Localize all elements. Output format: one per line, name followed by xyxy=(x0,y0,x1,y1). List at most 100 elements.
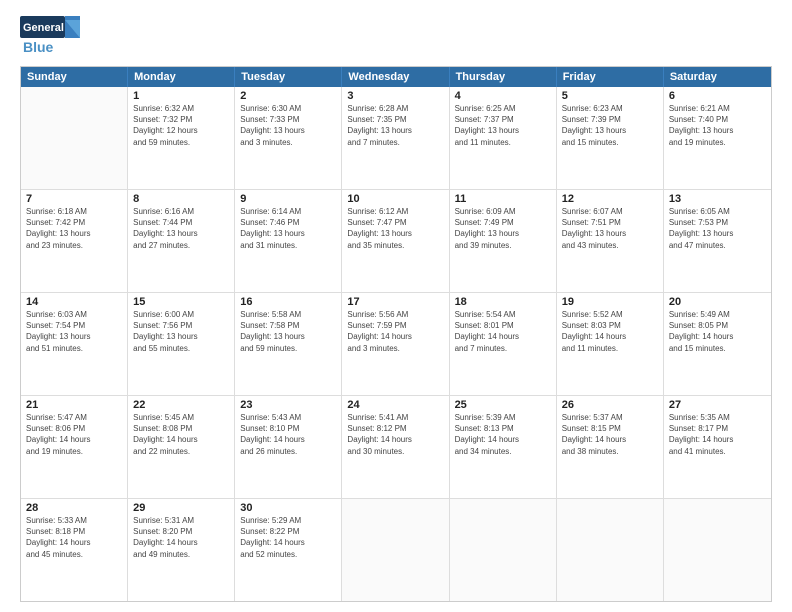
cell-line-1: Sunset: 7:59 PM xyxy=(347,320,443,331)
cell-line-3: and 35 minutes. xyxy=(347,240,443,251)
cell-line-1: Sunset: 8:06 PM xyxy=(26,423,122,434)
cell-line-2: Daylight: 13 hours xyxy=(26,331,122,342)
cell-line-1: Sunset: 8:10 PM xyxy=(240,423,336,434)
cell-line-2: Daylight: 14 hours xyxy=(240,434,336,445)
svg-text:Blue: Blue xyxy=(23,39,54,55)
calendar-day-3: 3Sunrise: 6:28 AMSunset: 7:35 PMDaylight… xyxy=(342,87,449,189)
day-number: 8 xyxy=(133,193,229,205)
cell-line-3: and 7 minutes. xyxy=(347,137,443,148)
header-day-thursday: Thursday xyxy=(450,67,557,87)
cell-line-2: Daylight: 14 hours xyxy=(455,434,551,445)
cell-line-1: Sunset: 8:17 PM xyxy=(669,423,766,434)
cell-line-0: Sunrise: 5:58 AM xyxy=(240,309,336,320)
cell-line-1: Sunset: 7:54 PM xyxy=(26,320,122,331)
cell-line-3: and 19 minutes. xyxy=(26,446,122,457)
day-number: 9 xyxy=(240,193,336,205)
cell-line-2: Daylight: 14 hours xyxy=(669,434,766,445)
calendar-day-18: 18Sunrise: 5:54 AMSunset: 8:01 PMDayligh… xyxy=(450,293,557,395)
cell-line-2: Daylight: 14 hours xyxy=(347,434,443,445)
calendar-day-12: 12Sunrise: 6:07 AMSunset: 7:51 PMDayligh… xyxy=(557,190,664,292)
cell-line-3: and 27 minutes. xyxy=(133,240,229,251)
cell-line-1: Sunset: 7:39 PM xyxy=(562,114,658,125)
cell-line-0: Sunrise: 6:12 AM xyxy=(347,206,443,217)
cell-line-1: Sunset: 8:20 PM xyxy=(133,526,229,537)
calendar-day-23: 23Sunrise: 5:43 AMSunset: 8:10 PMDayligh… xyxy=(235,396,342,498)
cell-line-2: Daylight: 13 hours xyxy=(669,125,766,136)
cell-line-3: and 7 minutes. xyxy=(455,343,551,354)
day-number: 14 xyxy=(26,296,122,308)
cell-line-2: Daylight: 13 hours xyxy=(455,125,551,136)
cell-line-1: Sunset: 7:46 PM xyxy=(240,217,336,228)
cell-line-0: Sunrise: 5:47 AM xyxy=(26,412,122,423)
calendar-body: 1Sunrise: 6:32 AMSunset: 7:32 PMDaylight… xyxy=(21,87,771,601)
cell-line-0: Sunrise: 5:35 AM xyxy=(669,412,766,423)
cell-line-1: Sunset: 8:13 PM xyxy=(455,423,551,434)
calendar-day-22: 22Sunrise: 5:45 AMSunset: 8:08 PMDayligh… xyxy=(128,396,235,498)
cell-line-2: Daylight: 14 hours xyxy=(455,331,551,342)
cell-line-0: Sunrise: 6:28 AM xyxy=(347,103,443,114)
calendar-day-26: 26Sunrise: 5:37 AMSunset: 8:15 PMDayligh… xyxy=(557,396,664,498)
cell-line-3: and 59 minutes. xyxy=(133,137,229,148)
calendar-day-21: 21Sunrise: 5:47 AMSunset: 8:06 PMDayligh… xyxy=(21,396,128,498)
cell-line-3: and 43 minutes. xyxy=(562,240,658,251)
cell-line-0: Sunrise: 6:23 AM xyxy=(562,103,658,114)
calendar-cell-empty xyxy=(664,499,771,601)
calendar-day-1: 1Sunrise: 6:32 AMSunset: 7:32 PMDaylight… xyxy=(128,87,235,189)
cell-line-2: Daylight: 13 hours xyxy=(347,228,443,239)
calendar-day-9: 9Sunrise: 6:14 AMSunset: 7:46 PMDaylight… xyxy=(235,190,342,292)
cell-line-2: Daylight: 13 hours xyxy=(669,228,766,239)
cell-line-2: Daylight: 13 hours xyxy=(133,228,229,239)
cell-line-0: Sunrise: 6:21 AM xyxy=(669,103,766,114)
calendar-day-20: 20Sunrise: 5:49 AMSunset: 8:05 PMDayligh… xyxy=(664,293,771,395)
cell-line-0: Sunrise: 5:33 AM xyxy=(26,515,122,526)
cell-line-0: Sunrise: 5:29 AM xyxy=(240,515,336,526)
cell-line-2: Daylight: 14 hours xyxy=(240,537,336,548)
cell-line-2: Daylight: 14 hours xyxy=(133,537,229,548)
day-number: 23 xyxy=(240,399,336,411)
cell-line-0: Sunrise: 5:43 AM xyxy=(240,412,336,423)
cell-line-3: and 3 minutes. xyxy=(347,343,443,354)
cell-line-2: Daylight: 13 hours xyxy=(240,125,336,136)
cell-line-1: Sunset: 7:47 PM xyxy=(347,217,443,228)
calendar-header: SundayMondayTuesdayWednesdayThursdayFrid… xyxy=(21,67,771,87)
cell-line-1: Sunset: 7:51 PM xyxy=(562,217,658,228)
cell-line-2: Daylight: 13 hours xyxy=(347,125,443,136)
cell-line-3: and 47 minutes. xyxy=(669,240,766,251)
calendar-day-19: 19Sunrise: 5:52 AMSunset: 8:03 PMDayligh… xyxy=(557,293,664,395)
calendar-day-13: 13Sunrise: 6:05 AMSunset: 7:53 PMDayligh… xyxy=(664,190,771,292)
cell-line-1: Sunset: 7:49 PM xyxy=(455,217,551,228)
cell-line-1: Sunset: 8:08 PM xyxy=(133,423,229,434)
day-number: 16 xyxy=(240,296,336,308)
day-number: 20 xyxy=(669,296,766,308)
day-number: 11 xyxy=(455,193,551,205)
day-number: 18 xyxy=(455,296,551,308)
cell-line-3: and 39 minutes. xyxy=(455,240,551,251)
cell-line-3: and 23 minutes. xyxy=(26,240,122,251)
cell-line-3: and 45 minutes. xyxy=(26,549,122,560)
cell-line-1: Sunset: 7:40 PM xyxy=(669,114,766,125)
svg-text:General: General xyxy=(23,22,64,34)
calendar-day-8: 8Sunrise: 6:16 AMSunset: 7:44 PMDaylight… xyxy=(128,190,235,292)
cell-line-0: Sunrise: 5:49 AM xyxy=(669,309,766,320)
calendar-day-11: 11Sunrise: 6:09 AMSunset: 7:49 PMDayligh… xyxy=(450,190,557,292)
calendar-row-3: 14Sunrise: 6:03 AMSunset: 7:54 PMDayligh… xyxy=(21,292,771,395)
cell-line-3: and 15 minutes. xyxy=(562,137,658,148)
calendar-day-2: 2Sunrise: 6:30 AMSunset: 7:33 PMDaylight… xyxy=(235,87,342,189)
cell-line-1: Sunset: 7:37 PM xyxy=(455,114,551,125)
header-day-sunday: Sunday xyxy=(21,67,128,87)
cell-line-2: Daylight: 13 hours xyxy=(562,228,658,239)
cell-line-2: Daylight: 14 hours xyxy=(562,434,658,445)
cell-line-0: Sunrise: 5:52 AM xyxy=(562,309,658,320)
cell-line-3: and 55 minutes. xyxy=(133,343,229,354)
header-day-monday: Monday xyxy=(128,67,235,87)
header-day-tuesday: Tuesday xyxy=(235,67,342,87)
cell-line-3: and 26 minutes. xyxy=(240,446,336,457)
cell-line-0: Sunrise: 6:32 AM xyxy=(133,103,229,114)
cell-line-3: and 22 minutes. xyxy=(133,446,229,457)
cell-line-0: Sunrise: 5:41 AM xyxy=(347,412,443,423)
day-number: 6 xyxy=(669,90,766,102)
header: General Blue xyxy=(20,16,772,58)
cell-line-1: Sunset: 7:33 PM xyxy=(240,114,336,125)
calendar-day-30: 30Sunrise: 5:29 AMSunset: 8:22 PMDayligh… xyxy=(235,499,342,601)
calendar-row-5: 28Sunrise: 5:33 AMSunset: 8:18 PMDayligh… xyxy=(21,498,771,601)
